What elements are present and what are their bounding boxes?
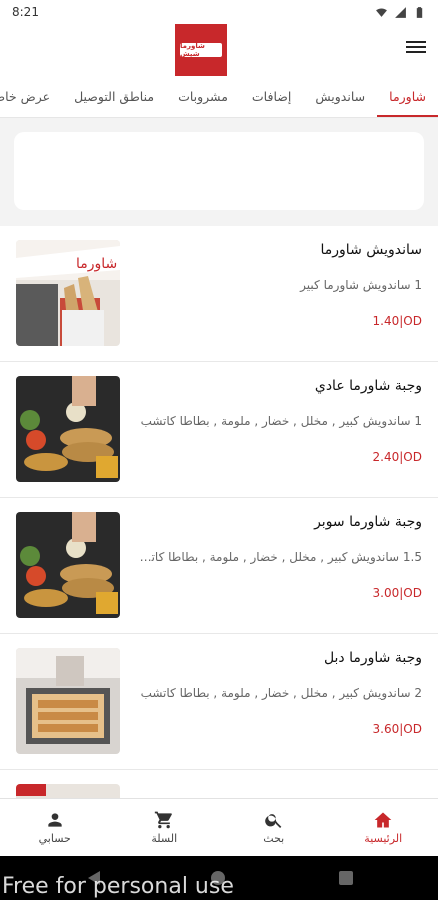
status-bar: 8:21 <box>0 0 438 24</box>
nav-cart[interactable]: السلة <box>110 799 220 856</box>
item-description: 1 ساندويش شاورما كبير <box>300 278 422 292</box>
category-tabs: شاورما ساندويش إضافات مشروبات مناطق التو… <box>0 82 438 118</box>
item-description: 1 ساندويش كبير , مخلل , خضار , ملومة , ب… <box>140 414 422 428</box>
nav-search[interactable]: بحث <box>219 799 329 856</box>
item-name: وجبة شاورما دبل <box>323 650 422 666</box>
logo-text: شاورما شيش <box>180 42 222 58</box>
cart-icon <box>155 811 173 829</box>
item-image <box>16 376 120 482</box>
item-price: 2.40|OD <box>372 450 422 464</box>
nav-account-label: حسابي <box>38 832 71 845</box>
bottom-navigation: الرئيسية بحث السلة حسابي <box>0 798 438 856</box>
menu-item[interactable]: وجبة شاورما عادي 1 ساندويش كبير , مخلل ,… <box>0 362 438 498</box>
status-icons <box>375 6 426 19</box>
item-name: وجبة شاورما سوبر <box>314 514 422 530</box>
item-image <box>16 512 120 618</box>
item-description: 2 ساندويش كبير , مخلل , خضار , ملومة , ب… <box>140 686 422 700</box>
item-price: 3.60|OD <box>372 722 422 736</box>
item-price: 1.40|OD <box>372 314 422 328</box>
recents-icon[interactable] <box>338 870 354 886</box>
person-icon <box>48 813 62 827</box>
banner-card <box>14 132 424 210</box>
tab-delivery-areas[interactable]: مناطق التوصيل <box>62 82 166 117</box>
menu-item-partial[interactable] <box>0 770 438 798</box>
status-time: 8:21 <box>12 5 39 19</box>
signal-icon <box>395 6 406 18</box>
menu-item[interactable]: شاورما ساندويش شاورما 1 ساندويش شاورما ك… <box>0 226 438 362</box>
tab-shawarma[interactable]: شاورما <box>377 82 438 117</box>
item-name: وجبة شاورما عادي <box>314 378 422 394</box>
wifi-icon <box>376 7 387 17</box>
menu-item[interactable]: وجبة شاورما سوبر 1.5 ساندويش كبير , مخلل… <box>0 498 438 634</box>
restaurant-logo[interactable]: شاورما شيش <box>175 24 227 76</box>
item-image: شاورما <box>16 240 120 346</box>
tab-sandwich[interactable]: ساندويش <box>303 82 377 117</box>
nav-account[interactable]: حسابي <box>0 799 110 856</box>
tab-drinks[interactable]: مشروبات <box>166 82 240 117</box>
nav-home[interactable]: الرئيسية <box>329 799 438 856</box>
item-image <box>16 648 120 754</box>
app-header: شاورما شيش <box>0 24 438 82</box>
tab-special-offer[interactable]: عرض خاص <box>0 82 62 117</box>
watermark-text: Free for personal use <box>2 874 234 899</box>
home-icon <box>374 812 392 828</box>
item-image <box>16 784 120 798</box>
item-name: ساندويش شاورما <box>320 242 422 258</box>
battery-icon <box>416 6 423 18</box>
svg-text:شاورما: شاورما <box>76 256 117 272</box>
hamburger-menu-icon[interactable] <box>406 38 426 56</box>
nav-cart-label: السلة <box>151 832 178 845</box>
item-description: 1.5 ساندويش كبير , مخلل , خضار , ملومة ,… <box>132 550 422 564</box>
item-price: 3.00|OD <box>372 586 422 600</box>
search-icon <box>264 814 282 828</box>
menu-list: شاورما ساندويش شاورما 1 ساندويش شاورما ك… <box>0 226 438 798</box>
tab-extras[interactable]: إضافات <box>240 82 303 117</box>
main-content: شاورما ساندويش شاورما 1 ساندويش شاورما ك… <box>0 118 438 798</box>
nav-home-label: الرئيسية <box>364 832 403 845</box>
menu-item[interactable]: وجبة شاورما دبل 2 ساندويش كبير , مخلل , … <box>0 634 438 770</box>
nav-search-label: بحث <box>263 832 285 845</box>
